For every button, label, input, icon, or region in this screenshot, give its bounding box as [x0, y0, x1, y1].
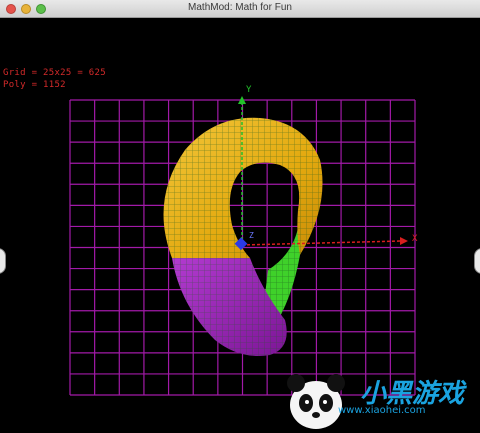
- y-axis-label: Y: [246, 85, 252, 95]
- x-axis: [241, 240, 403, 246]
- title-bar[interactable]: MathMod: Math for Fun: [0, 0, 480, 18]
- app-window: MathMod: Math for Fun Y X Z Grid = 25x25…: [0, 0, 480, 433]
- watermark-logo: 小黑游戏 www.xiaohei.com: [276, 367, 476, 431]
- z-axis-label: Z: [249, 231, 254, 240]
- x-axis-label: X: [412, 234, 418, 244]
- poly-info: Poly = 1152: [3, 80, 66, 90]
- watermark-url: www.xiaohei.com: [338, 405, 426, 416]
- 3d-viewport[interactable]: Y X Z Grid = 25x25 = 625 Poly = 1152 小黑游…: [0, 18, 480, 433]
- x-axis-arrow-icon: [400, 237, 408, 245]
- panda-logo-icon: [287, 374, 345, 429]
- window-title: MathMod: Math for Fun: [188, 2, 292, 13]
- grid-info: Grid = 25x25 = 625: [3, 68, 106, 78]
- right-panel-handle[interactable]: [474, 248, 480, 274]
